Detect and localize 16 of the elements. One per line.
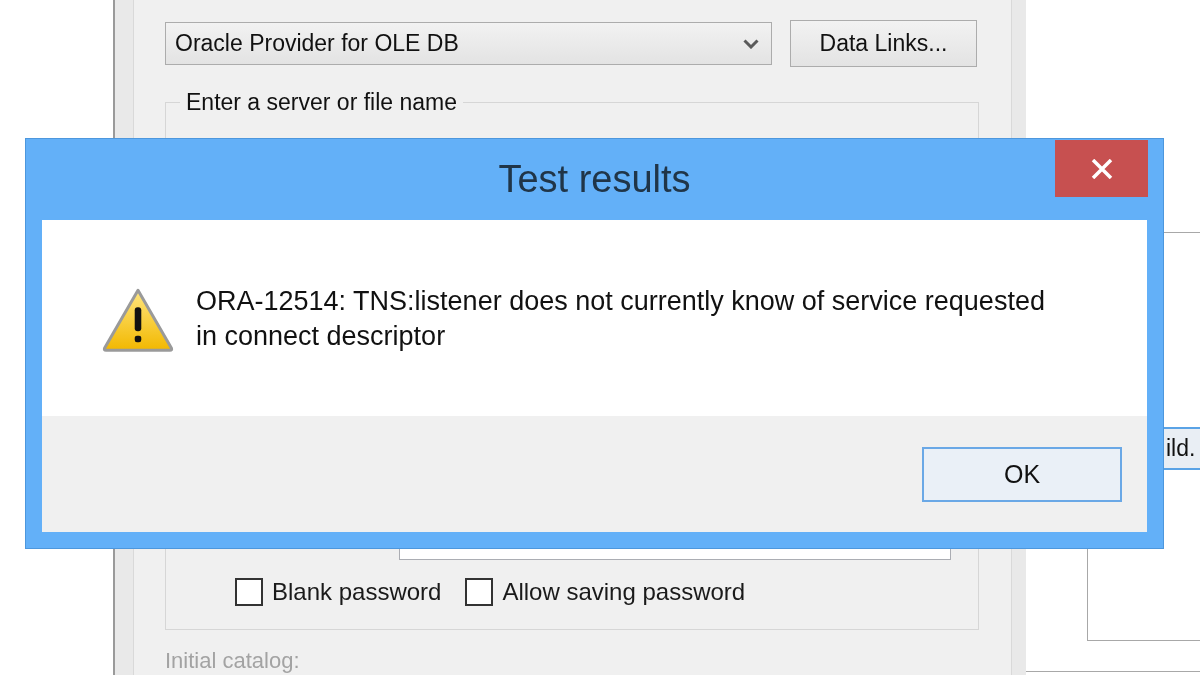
chevron-down-icon xyxy=(743,38,759,49)
initial-catalog-label: Initial catalog: xyxy=(165,648,300,674)
data-links-button[interactable]: Data Links... xyxy=(790,20,977,67)
group-label: Enter a server or file name xyxy=(185,89,458,115)
warning-icon xyxy=(102,288,174,352)
provider-combo-box[interactable]: Oracle Provider for OLE DB xyxy=(165,22,772,65)
checkbox-label: Blank password xyxy=(272,578,442,606)
ok-button[interactable]: OK xyxy=(922,447,1122,502)
checkbox[interactable] xyxy=(235,578,263,606)
checkbox-label: Allow saving password xyxy=(502,578,746,606)
dialog-title: Test results xyxy=(498,157,691,202)
checkbox[interactable] xyxy=(465,578,494,606)
close-button[interactable] xyxy=(1055,140,1148,197)
close-icon xyxy=(1090,158,1113,179)
error-message: ORA-12514: TNS:listener does not currently know of service requested in connect descriptor xyxy=(196,285,1046,353)
side-button[interactable]: ild. xyxy=(1164,427,1200,470)
